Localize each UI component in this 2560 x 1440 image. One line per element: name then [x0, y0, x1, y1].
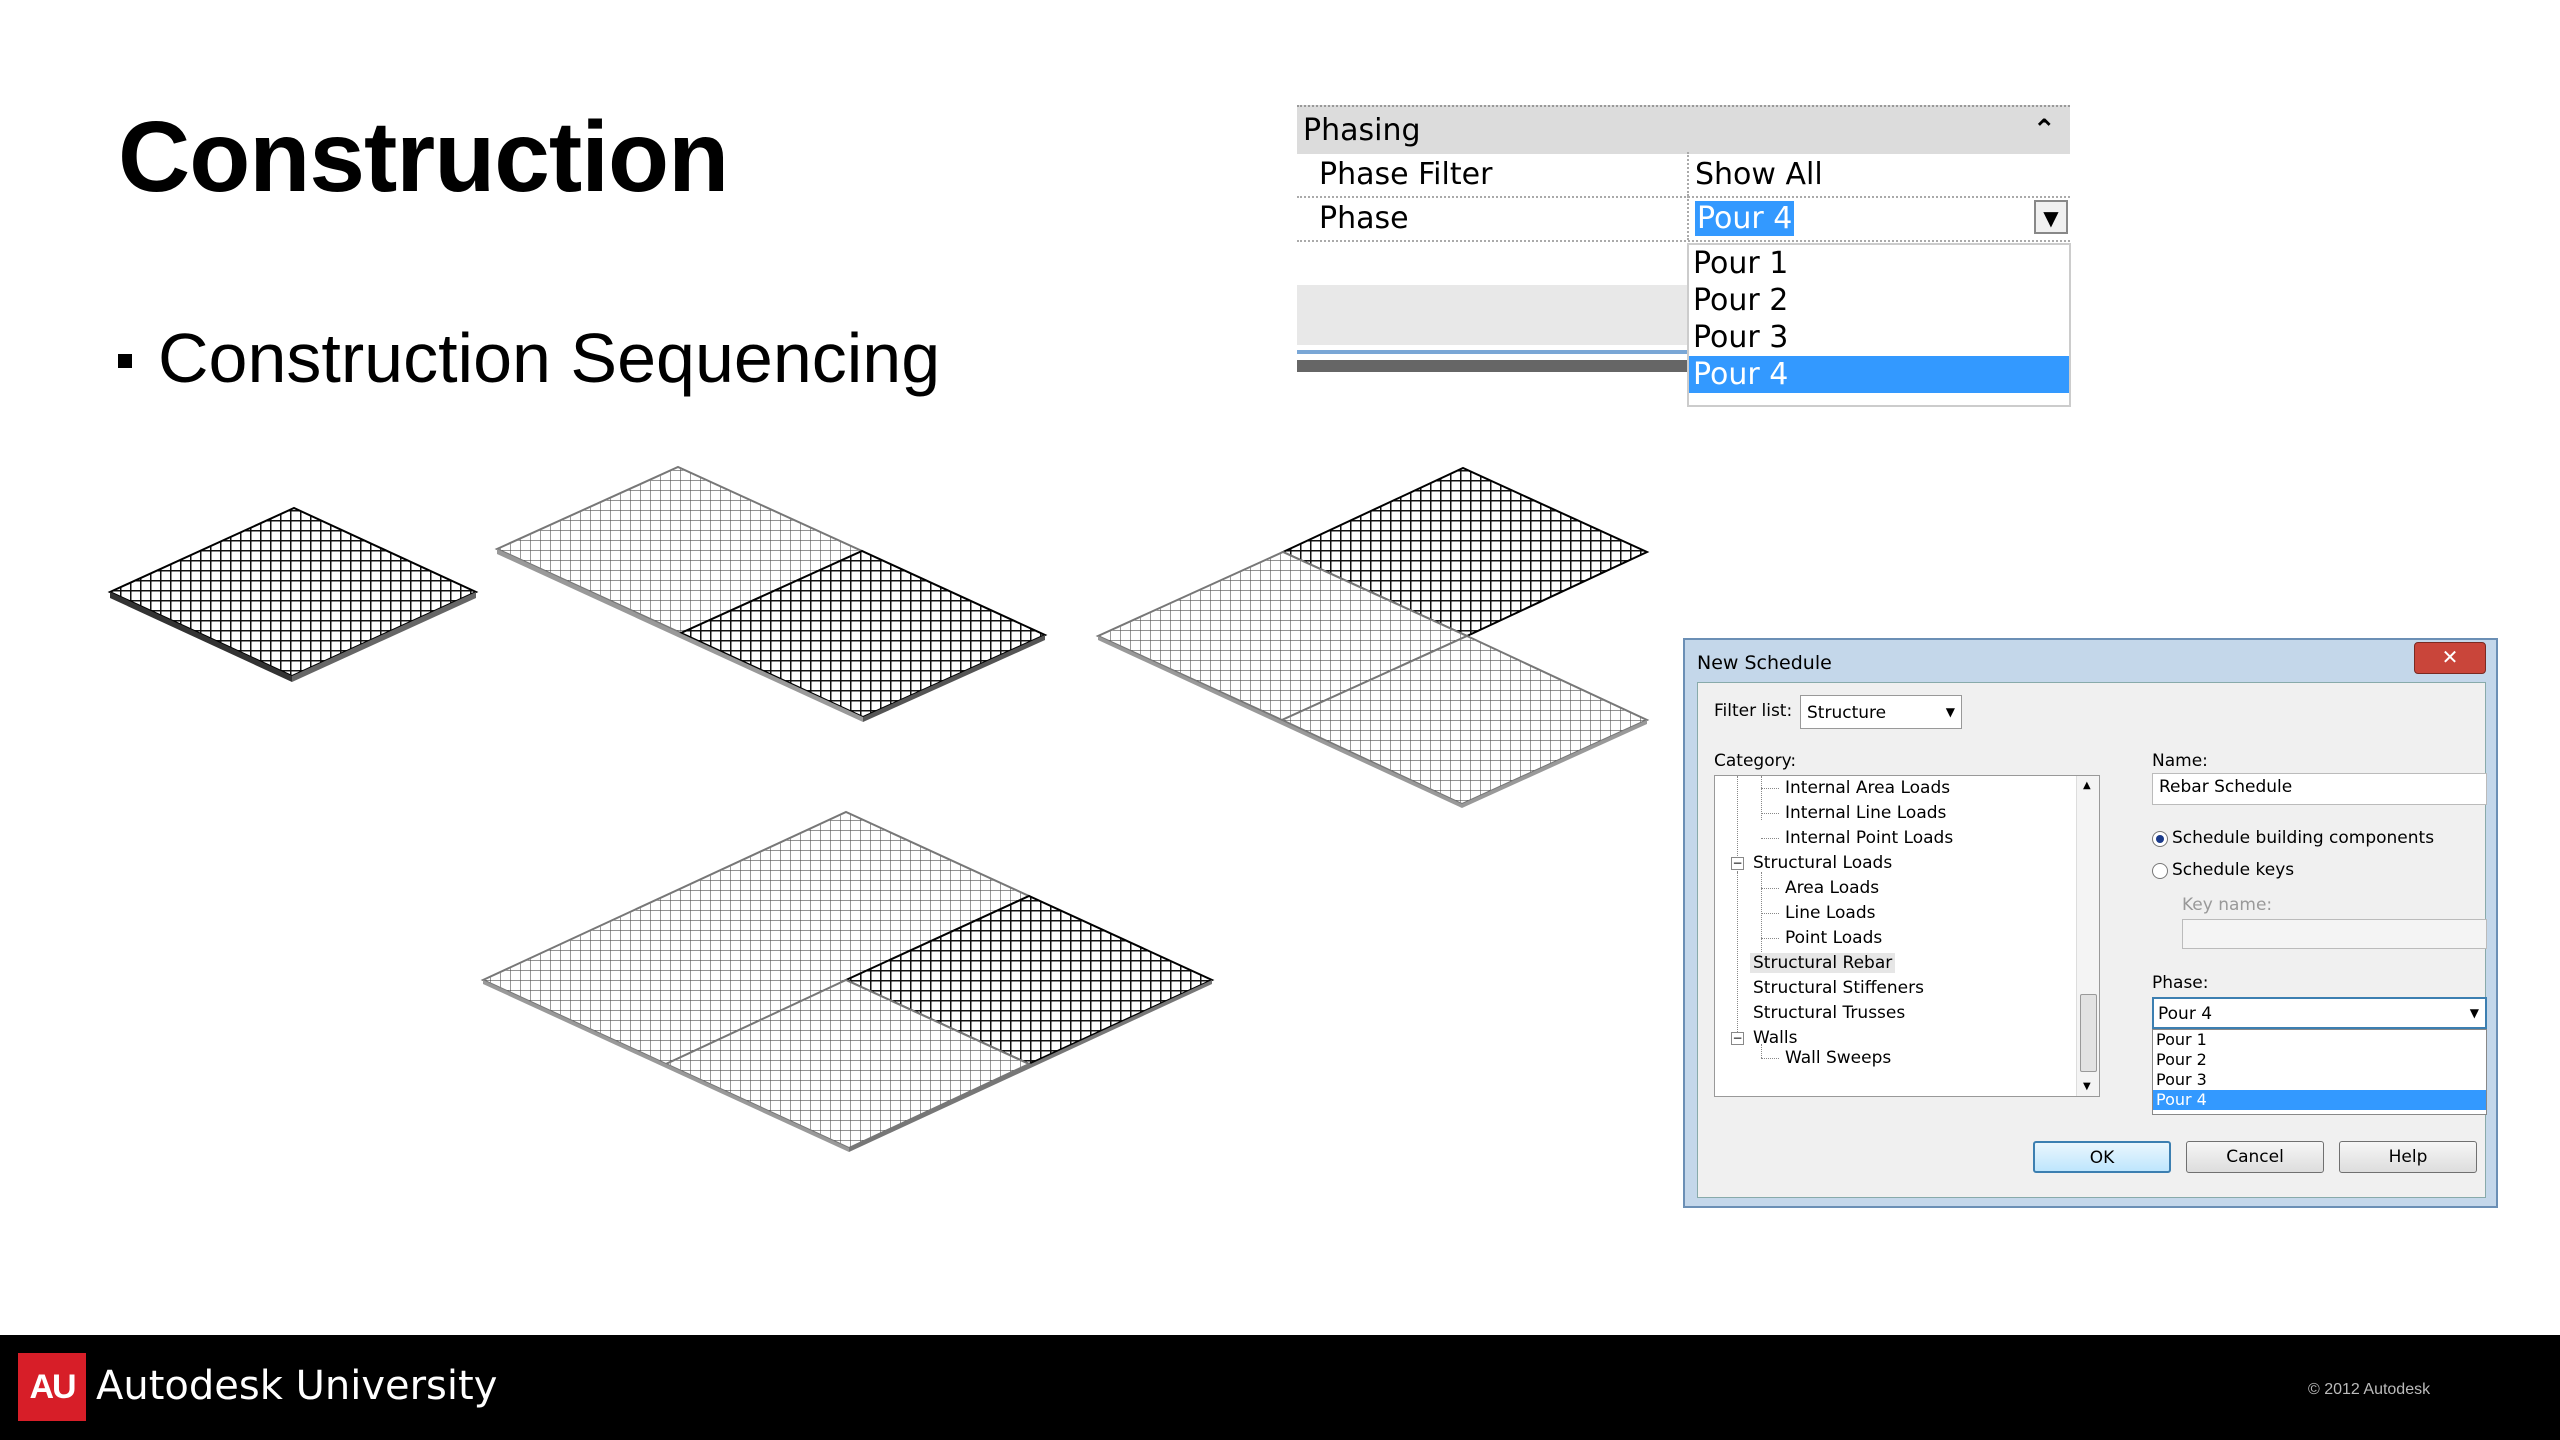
- tree-item[interactable]: Internal Point Loads: [1785, 828, 1953, 848]
- tree-item[interactable]: Internal Line Loads: [1785, 803, 1946, 823]
- chevron-down-icon: ▼: [2469, 1006, 2479, 1020]
- phase-label: Phase:: [2152, 973, 2209, 993]
- radio-schedule-components[interactable]: [2152, 831, 2168, 847]
- chevron-down-icon: ▼: [1945, 705, 1955, 719]
- phase-option-pour-1[interactable]: Pour 1: [2153, 1030, 2486, 1050]
- key-name-label: Key name:: [2182, 895, 2273, 915]
- radio-schedule-keys[interactable]: [2152, 863, 2168, 879]
- close-button[interactable]: ✕: [2414, 642, 2486, 674]
- phase-option-pour-4[interactable]: Pour 4: [2153, 1090, 2486, 1110]
- scroll-up-icon[interactable]: ▲: [2083, 780, 2091, 791]
- scroll-down-icon[interactable]: ▼: [2083, 1081, 2091, 1092]
- ok-button[interactable]: OK: [2033, 1141, 2171, 1173]
- copyright-text: © 2012 Autodesk: [2308, 1381, 2431, 1398]
- scrollbar-thumb[interactable]: [2080, 994, 2097, 1072]
- key-name-field[interactable]: [2182, 919, 2487, 949]
- dialog-body: Filter list: Structure ▼ Category: Inter…: [1697, 682, 2487, 1198]
- name-field[interactable]: Rebar Schedule: [2152, 773, 2487, 805]
- pour-3-slab: [1095, 466, 1650, 808]
- collapse-icon[interactable]: −: [1731, 1032, 1744, 1045]
- radio-schedule-keys-label: Schedule keys: [2172, 860, 2295, 880]
- cancel-button[interactable]: Cancel: [2186, 1141, 2324, 1173]
- phase-select-value: Pour 4: [2158, 1004, 2213, 1024]
- tree-item[interactable]: Wall Sweeps: [1785, 1048, 1891, 1068]
- name-label: Name:: [2152, 751, 2208, 771]
- pour-1-slab: [107, 506, 479, 682]
- category-tree: Internal Area Loads Internal Line Loads …: [1714, 775, 2100, 1097]
- tree-item[interactable]: Area Loads: [1785, 878, 1879, 898]
- filter-list-select[interactable]: Structure ▼: [1800, 695, 1962, 729]
- footer-bar: AU Autodesk University © 2012 Autodesk: [0, 1335, 2560, 1440]
- tree-item-selected[interactable]: Structural Rebar: [1750, 953, 1896, 973]
- pour-4-slab: [480, 810, 1215, 1152]
- help-button[interactable]: Help: [2339, 1141, 2477, 1173]
- filter-list-value: Structure: [1807, 703, 1887, 723]
- au-logo: AU: [18, 1353, 86, 1421]
- name-field-value: Rebar Schedule: [2159, 777, 2293, 797]
- category-label: Category:: [1714, 751, 1797, 771]
- dialog-title: New Schedule: [1697, 652, 1832, 674]
- new-schedule-dialog: New Schedule ✕ Filter list: Structure ▼ …: [1683, 638, 2498, 1208]
- filter-list-label: Filter list:: [1714, 701, 1793, 721]
- phase-dropdown-list: Pour 1 Pour 2 Pour 3 Pour 4: [2152, 1029, 2487, 1115]
- phase-select[interactable]: Pour 4 ▼: [2152, 997, 2487, 1029]
- pour-2-slab: [494, 465, 1048, 722]
- tree-item[interactable]: Line Loads: [1785, 903, 1875, 923]
- tree-item[interactable]: Structural Loads: [1753, 853, 1892, 873]
- phase-option-pour-2[interactable]: Pour 2: [2153, 1050, 2486, 1070]
- radio-schedule-components-label: Schedule building components: [2172, 828, 2435, 848]
- tree-item[interactable]: Walls: [1753, 1028, 1797, 1048]
- tree-item[interactable]: Structural Stiffeners: [1753, 978, 1924, 998]
- collapse-icon[interactable]: −: [1731, 857, 1744, 870]
- category-scrollbar[interactable]: ▲ ▼: [2076, 776, 2099, 1096]
- tree-item[interactable]: Internal Area Loads: [1785, 778, 1950, 798]
- tree-item[interactable]: Point Loads: [1785, 928, 1882, 948]
- tree-item[interactable]: Structural Trusses: [1753, 1003, 1905, 1023]
- phase-option-pour-3[interactable]: Pour 3: [2153, 1070, 2486, 1090]
- brand-name: Autodesk University: [96, 1363, 498, 1409]
